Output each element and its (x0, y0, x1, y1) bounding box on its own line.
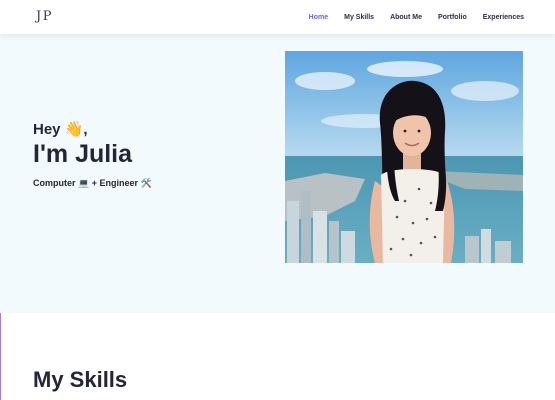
hero-name: I'm Julia (33, 140, 133, 168)
hero-greeting: Hey 👋, (33, 121, 88, 138)
nav-home[interactable]: Home (309, 14, 328, 21)
main-nav: Home My Skills About Me Portfolio Experi… (309, 0, 524, 34)
portrait-photo-illustration (285, 51, 523, 263)
portrait-photo (285, 51, 523, 263)
nav-experiences[interactable]: Experiences (483, 14, 524, 21)
hero-tagline: Computer 💻 + Engineer 🛠️ (33, 178, 152, 188)
top-navbar: JP Home My Skills About Me Portfolio Exp… (0, 0, 555, 34)
nav-my-skills[interactable]: My Skills (344, 14, 374, 21)
nav-portfolio[interactable]: Portfolio (438, 14, 467, 21)
nav-about-me[interactable]: About Me (390, 14, 422, 21)
skills-section-title: My Skills (33, 367, 128, 392)
hero-section: Hey 👋, I'm Julia Computer 💻 + Engineer 🛠… (0, 34, 555, 313)
site-logo[interactable]: JP (36, 9, 53, 24)
